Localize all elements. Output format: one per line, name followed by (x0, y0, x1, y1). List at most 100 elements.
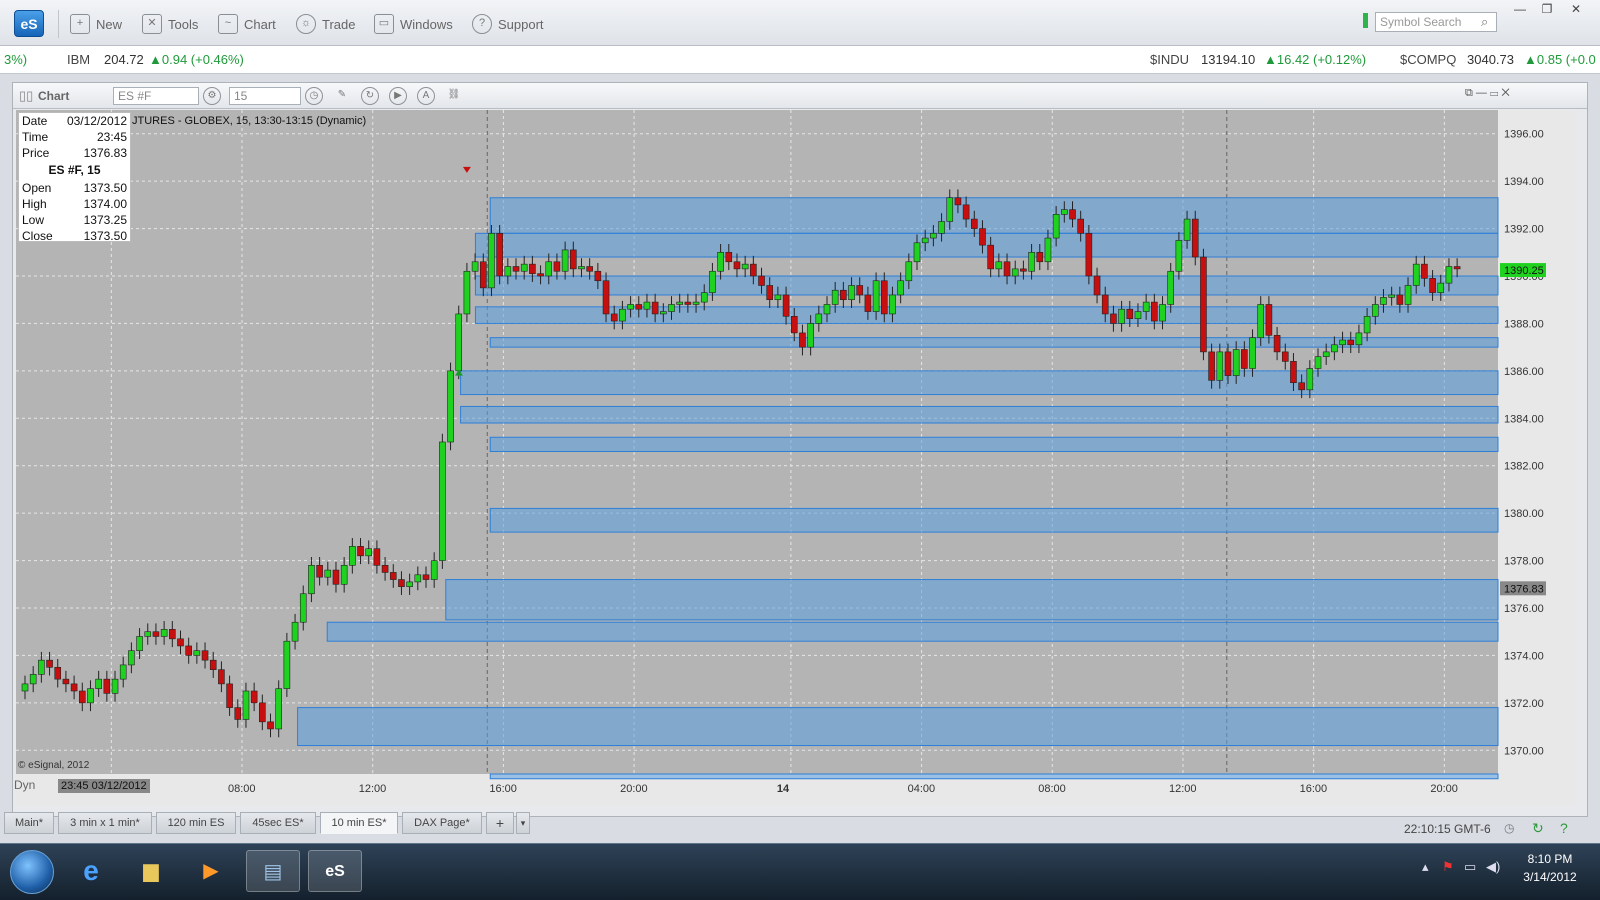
ticker-indu-symbol[interactable]: $INDU (1150, 52, 1189, 67)
low-label: Low (22, 213, 45, 227)
ticker-comp-symbol[interactable]: $COMPQ (1400, 52, 1456, 67)
media-player-icon[interactable]: ▶ (184, 850, 238, 892)
tab-main[interactable]: Main* (4, 812, 54, 834)
y-tick-label: 1376.00 (1504, 603, 1544, 615)
candle-body (201, 650, 209, 661)
windows-button[interactable]: ▭ Windows (374, 12, 453, 36)
candle-body (1273, 334, 1281, 353)
symbol-select[interactable]: ES #F (113, 87, 199, 105)
candle-body (29, 674, 37, 685)
candle-body (1396, 294, 1404, 305)
y-tick-label: 1382.00 (1504, 461, 1544, 473)
ie-icon[interactable]: e (64, 850, 118, 892)
tab-10min[interactable]: 10 min ES* (320, 812, 398, 834)
candle-body (1159, 304, 1166, 322)
x-tick-label: 08:00 (228, 783, 256, 795)
remote-desktop-icon[interactable]: ▤ (246, 850, 300, 892)
status-help-icon[interactable]: ? (1560, 820, 1568, 836)
candle-body (970, 218, 978, 229)
restore-button[interactable]: ❐ (1534, 2, 1560, 16)
open-value: 1373.50 (83, 181, 127, 195)
candle-body (70, 683, 78, 692)
settings-icon[interactable]: ⚙ (203, 87, 221, 105)
chart-panel-icon[interactable]: ▯▯ (19, 88, 33, 104)
price-chart[interactable]: 1396.001394.001392.001390.001388.001386.… (16, 110, 1576, 806)
system-clock[interactable]: 8:10 PM 3/14/2012 (1515, 850, 1585, 886)
candle-body (1380, 297, 1387, 305)
candle-body (1404, 285, 1412, 305)
close-button[interactable]: ✕ (1563, 2, 1589, 16)
candle-body (1069, 209, 1076, 220)
esignal-task-icon[interactable]: eS (308, 850, 362, 892)
y-axis-area (1498, 110, 1576, 774)
text-icon[interactable]: A (417, 87, 435, 105)
esignal-logo[interactable]: eS (14, 10, 44, 37)
new-button[interactable]: + New (70, 12, 122, 36)
price-zone-band (297, 707, 1499, 747)
support-button[interactable]: ? Support (472, 12, 544, 36)
chart-button[interactable]: ~ Chart (218, 12, 276, 36)
candle-body (430, 560, 438, 580)
candle-body (1388, 294, 1395, 298)
tab-45sec[interactable]: 45sec ES* (240, 812, 316, 834)
link-icon[interactable]: ⛓ (445, 87, 463, 105)
high-value: 1374.00 (83, 197, 127, 211)
candle-body (1314, 356, 1322, 369)
candle-body (406, 581, 413, 587)
status-clock-icon[interactable]: ◷ (1504, 821, 1514, 835)
candle-body (308, 565, 315, 595)
candle-body (1453, 266, 1461, 270)
candle-body (1208, 351, 1215, 381)
candle-body (1339, 339, 1346, 346)
pencil-icon[interactable]: ✎ (333, 87, 351, 105)
candle-body (357, 546, 364, 557)
close-value: 1373.50 (83, 229, 127, 243)
clock-date: 3/14/2012 (1523, 870, 1577, 884)
candle-body (1216, 351, 1224, 381)
candle-body (717, 251, 724, 272)
search-icon[interactable]: ⌕ (1481, 14, 1488, 30)
tools-button[interactable]: ✕ Tools (142, 12, 198, 36)
refresh-icon[interactable]: ↻ (361, 87, 379, 105)
clock-icon[interactable]: ◷ (305, 87, 323, 105)
add-tab-button[interactable]: + (486, 812, 514, 834)
tab-3min[interactable]: 3 min x 1 min* (58, 812, 152, 834)
date-value: 03/12/2012 (66, 114, 127, 128)
candle-body (340, 565, 348, 585)
candle-body (1281, 351, 1289, 362)
price-value: 1376.83 (83, 146, 127, 160)
y-tick-label: 1380.00 (1504, 508, 1544, 520)
tray-volume-icon[interactable]: ◀) (1486, 859, 1500, 875)
dyn-label[interactable]: Dyn (14, 778, 35, 792)
trade-button[interactable]: ☼ Trade (296, 12, 355, 36)
candle-body (1241, 349, 1248, 369)
status-refresh-icon[interactable]: ↻ (1532, 820, 1544, 837)
minimize-button[interactable]: — (1507, 2, 1533, 16)
interval-select[interactable]: 15 (229, 87, 301, 105)
tray-chevron-icon[interactable]: ▴ (1422, 859, 1429, 875)
tab-dax[interactable]: DAX Page* (402, 812, 482, 834)
ticker-ibm-symbol[interactable]: IBM (67, 52, 90, 67)
chart-window-controls[interactable]: ⧉ — ▭ ✕ (1465, 87, 1510, 100)
symbol-search-input[interactable]: Symbol Search (1375, 12, 1497, 32)
candle-body (537, 273, 544, 277)
cursor-data-box: Date 03/12/2012 Time 23:45 Price 1376.83 ES… (18, 112, 131, 243)
tab-menu-chevron-icon[interactable]: ▾ (516, 812, 530, 834)
candle-body (1322, 351, 1330, 357)
last-price-label: 1390.25 (1504, 265, 1544, 277)
play-icon[interactable]: ▶ (389, 87, 407, 105)
tab-120min[interactable]: 120 min ES (156, 812, 236, 834)
y-tick-label: 1370.00 (1504, 745, 1544, 757)
candle-body (169, 629, 176, 640)
candle-body (95, 678, 102, 689)
tray-flag-icon[interactable]: ⚑ (1442, 859, 1454, 875)
candle-body (1298, 382, 1305, 391)
candle-body (1290, 361, 1297, 384)
tray-network-icon[interactable]: ▭ (1464, 859, 1476, 875)
start-button[interactable] (10, 850, 54, 894)
candle-body (545, 261, 553, 277)
candle-body (1183, 218, 1191, 241)
candle-body (692, 301, 700, 305)
folder-icon[interactable]: ▆ (124, 850, 178, 892)
candle-body (1101, 294, 1109, 315)
